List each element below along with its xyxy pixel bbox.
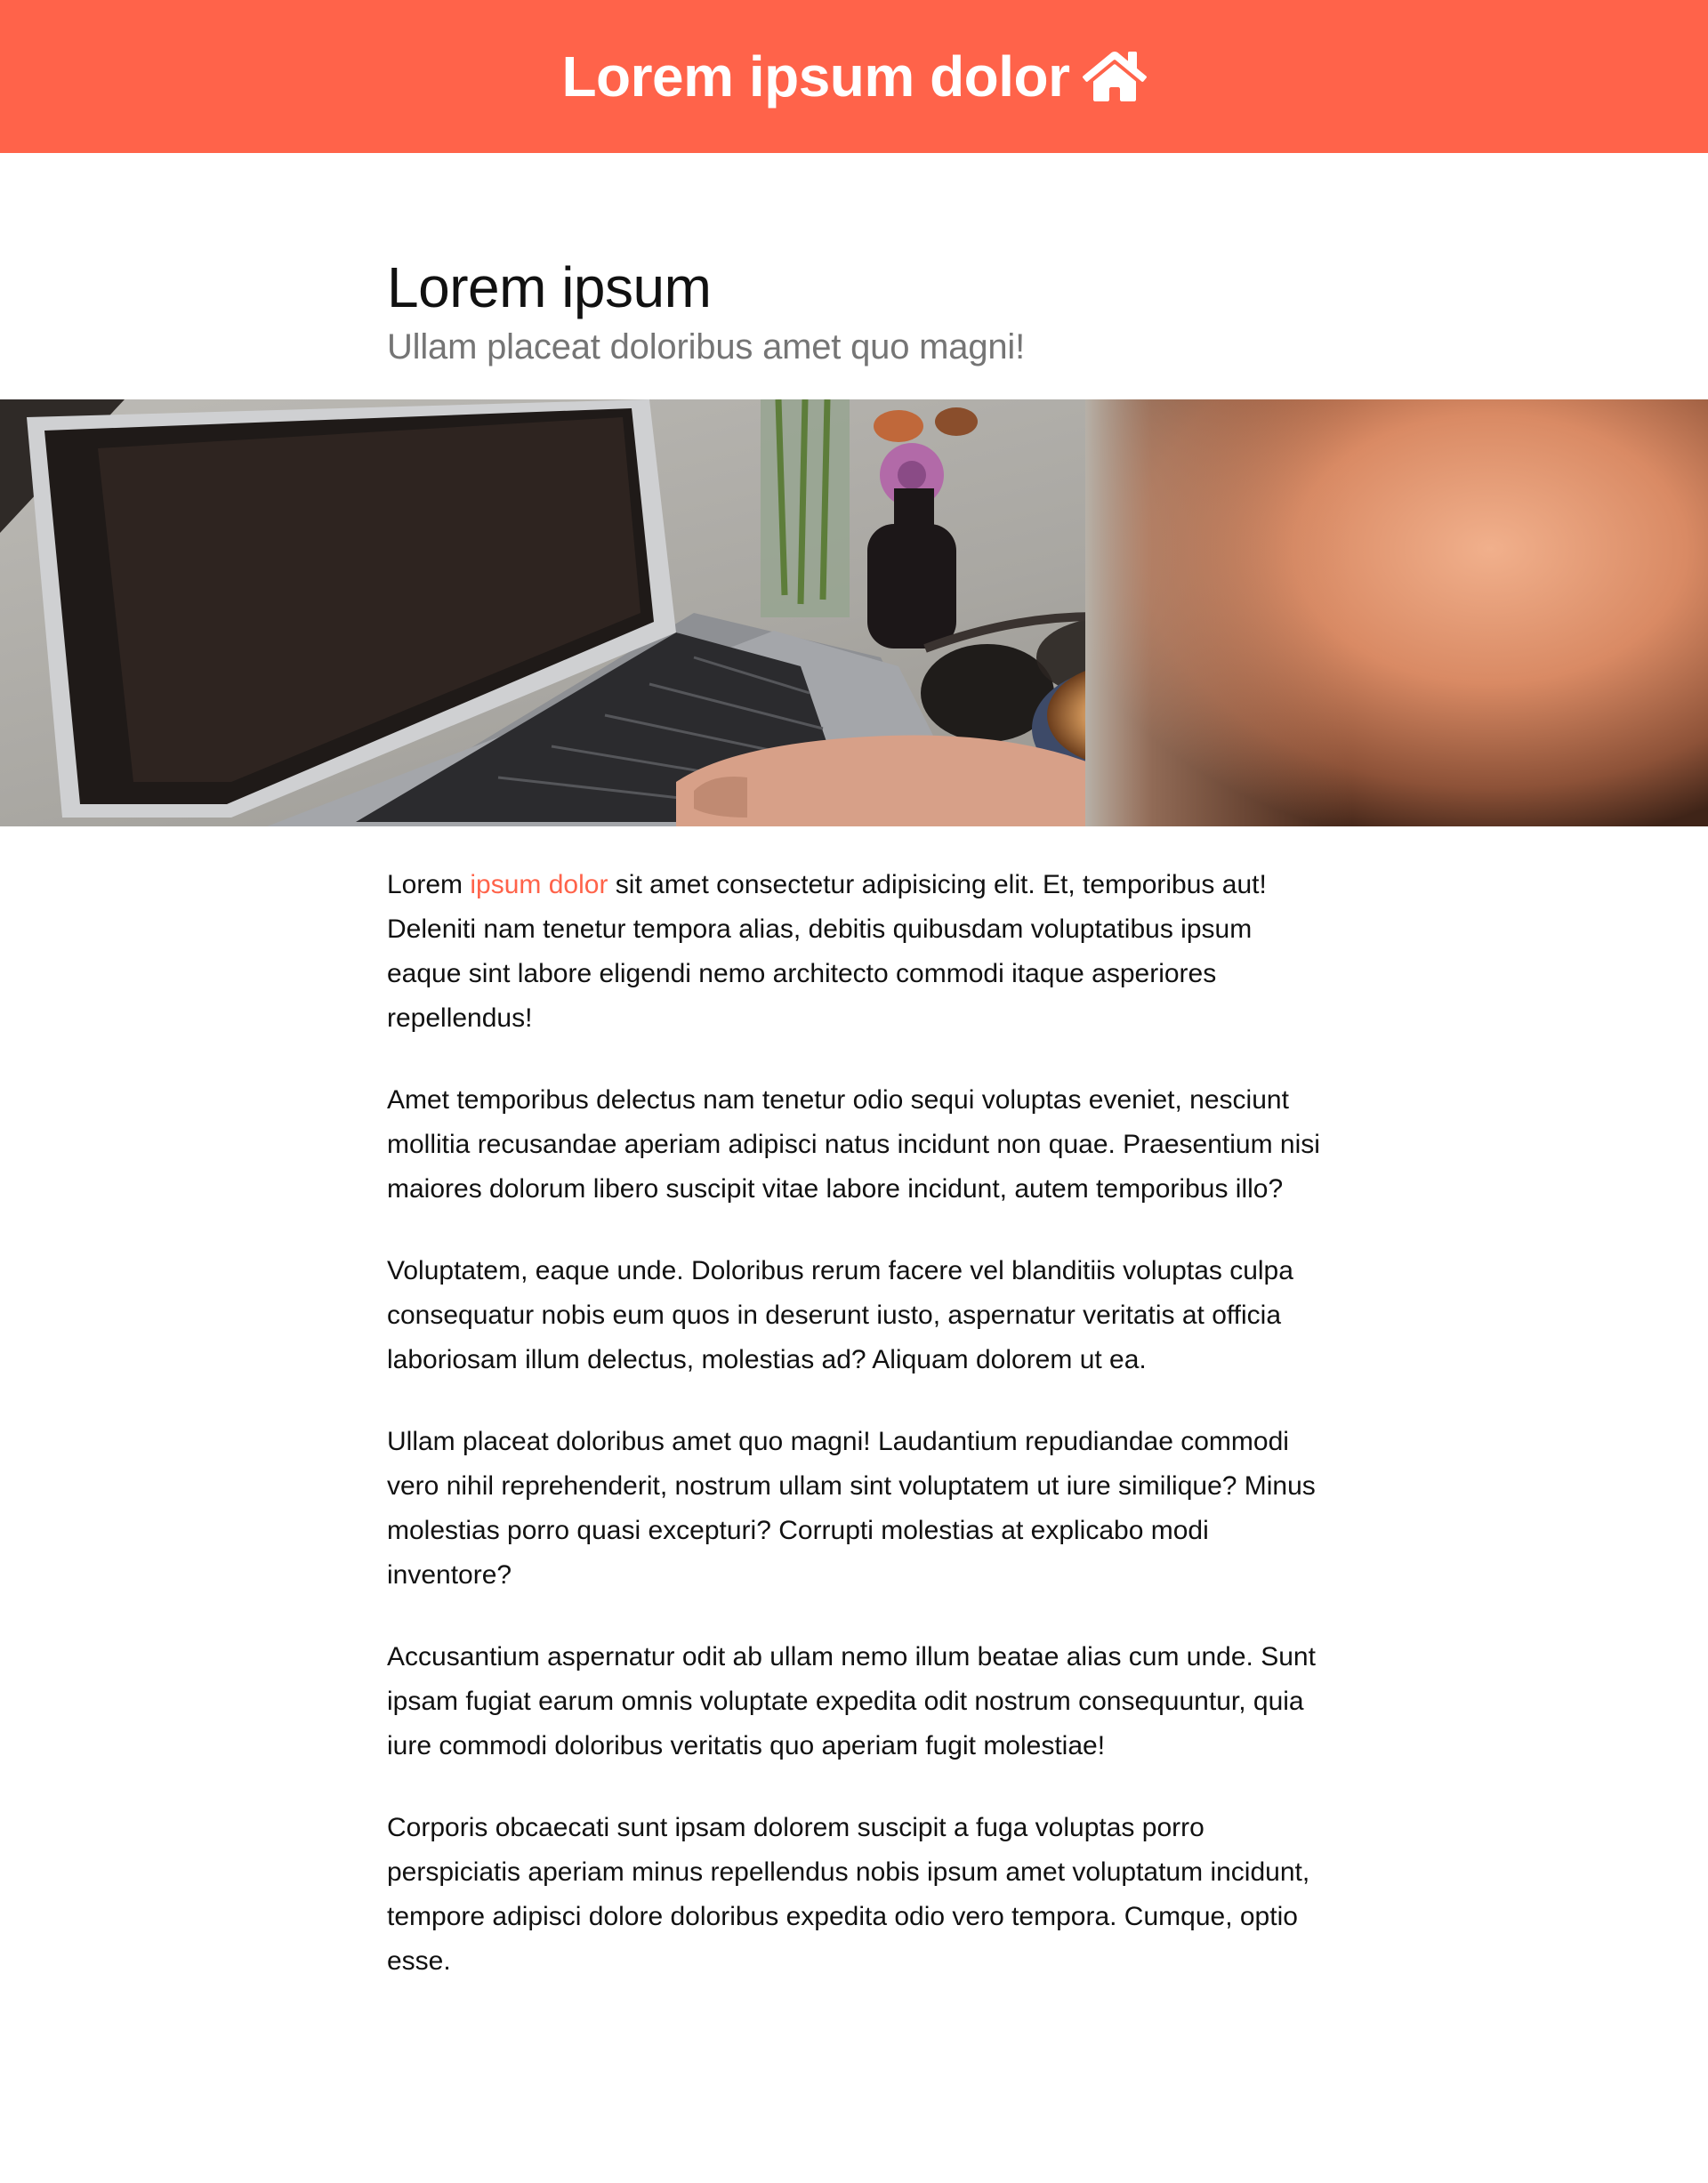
page-subtitle: Ullam placeat doloribus amet quo magni!: [387, 327, 1026, 367]
inline-link[interactable]: ipsum dolor: [470, 870, 608, 899]
article: Lorem ipsum dolor sit amet consectetur a…: [387, 863, 1330, 2021]
article-paragraph-6: Corporis obcaecati sunt ipsam dolorem su…: [387, 1813, 1310, 1976]
paragraph-text: Lorem: [387, 870, 471, 899]
article-paragraph-3: Voluptatem, eaque unde. Doloribus rerum …: [387, 1256, 1293, 1374]
article-paragraph-2: Amet temporibus delectus nam tenetur odi…: [387, 1085, 1320, 1204]
home-icon: [1082, 48, 1147, 105]
article-paragraph-5: Accusantium aspernatur odit ab ullam nem…: [387, 1642, 1316, 1760]
home-link[interactable]: Lorem ipsum dolor: [561, 44, 1147, 109]
page-title: Lorem ipsum: [387, 255, 712, 319]
page-heading: Lorem ipsum Ullam placeat doloribus amet…: [387, 249, 1321, 368]
hero-image: [0, 399, 1708, 826]
site-header: Lorem ipsum dolor: [0, 0, 1708, 153]
article-paragraph-4: Ullam placeat doloribus amet quo magni! …: [387, 1427, 1316, 1590]
site-title: Lorem ipsum dolor: [561, 44, 1070, 109]
article-paragraph-1: Lorem ipsum dolor sit amet consectetur a…: [387, 863, 1330, 1041]
